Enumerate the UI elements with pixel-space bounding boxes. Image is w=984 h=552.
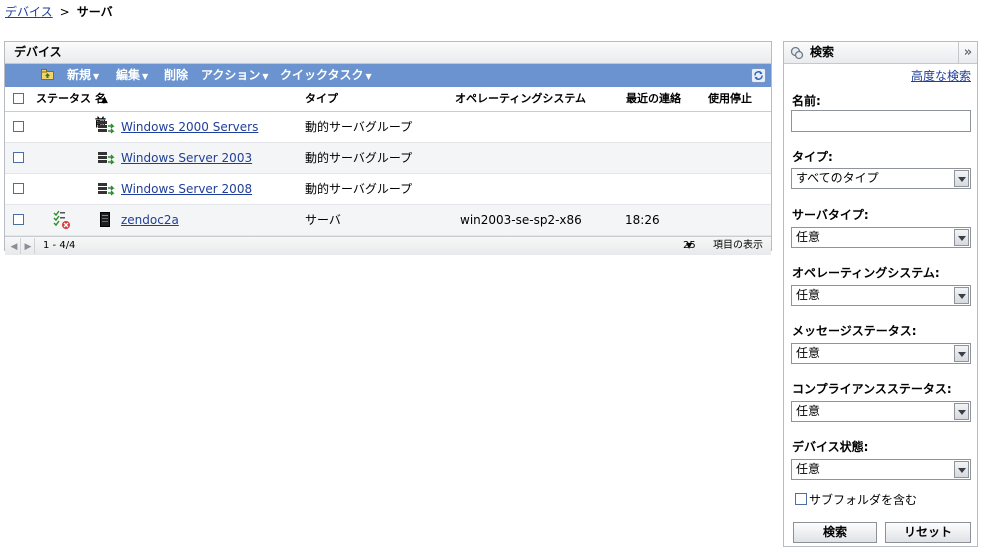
reset-button[interactable]: リセット xyxy=(885,522,971,543)
edit-menu[interactable]: 編集 ▼ xyxy=(116,64,148,88)
breadcrumb: デバイス > サーバ xyxy=(5,3,113,20)
devices-panel: デバイス 新規 ▼ 編集 ▼ 削除 アクション ▼ クイックタスク ▼ ステータス 名前… xyxy=(4,41,772,255)
advanced-search-link[interactable]: 高度な検索 xyxy=(911,67,971,84)
include-subfolders-checkbox[interactable] xyxy=(795,493,807,505)
row-checkbox[interactable] xyxy=(13,214,24,225)
column-type[interactable]: タイプ xyxy=(305,87,338,111)
action-menu[interactable]: アクション ▼ xyxy=(201,64,269,88)
quick-task-menu[interactable]: クイックタスク ▼ xyxy=(280,64,372,88)
chevron-down-icon xyxy=(954,287,969,304)
server-type-select[interactable]: 任意 xyxy=(791,227,971,248)
os-select-value: 任意 xyxy=(796,288,821,302)
devices-table-header: ステータス 名前 ▲ タイプ オペレーティングシステム 最近の連絡 使用停止 xyxy=(5,87,771,129)
breadcrumb-separator: > xyxy=(59,5,70,19)
column-name[interactable]: 名前 ▲ xyxy=(95,87,108,129)
devices-panel-title: デバイス xyxy=(5,42,771,64)
new-menu[interactable]: 新規 ▼ xyxy=(67,64,99,88)
message-status-select[interactable]: 任意 xyxy=(791,343,971,364)
compliance-status-select[interactable]: 任意 xyxy=(791,401,971,422)
column-retired[interactable]: 使用停止 xyxy=(708,87,752,111)
dynamic-group-icon xyxy=(98,152,115,165)
device-type: 動的サーバグループ xyxy=(305,120,413,134)
chevron-down-icon xyxy=(954,170,969,187)
page-size-select[interactable]: 25 ▼ xyxy=(683,237,696,255)
type-select[interactable]: すべてのタイプ xyxy=(791,168,971,189)
server-type-label: サーバタイプ: xyxy=(792,208,869,222)
chevron-down-icon xyxy=(954,403,969,420)
device-type: 動的サーバグループ xyxy=(305,151,413,165)
server-type-select-value: 任意 xyxy=(796,230,821,244)
table-row[interactable]: zendoc2a サーバ win2003-se-sp2-x86 18:26 xyxy=(5,205,771,236)
row-checkbox[interactable] xyxy=(13,183,24,194)
search-button[interactable]: 検索 xyxy=(793,522,877,543)
page-size-value: 25 xyxy=(683,240,696,251)
column-os[interactable]: オペレーティングシステム xyxy=(455,87,586,111)
new-label: 新規 xyxy=(67,68,92,82)
pager-range: 1 - 4/4 xyxy=(43,240,76,251)
pager: ◀ ▶ 1 - 4/4 25 ▼ 項目の表示 xyxy=(5,236,771,255)
include-subfolders-label: サブフォルダを含む xyxy=(809,493,918,507)
chevron-down-icon: ▼ xyxy=(365,72,372,81)
chevron-down-icon: ▼ xyxy=(93,72,100,81)
breadcrumb-devices-link[interactable]: デバイス xyxy=(5,5,53,19)
refresh-icon[interactable] xyxy=(751,68,766,83)
device-name-link[interactable]: Windows Server 2003 xyxy=(121,143,252,173)
compliance-status-label: コンプライアンスステータス: xyxy=(792,382,952,396)
name-input[interactable] xyxy=(791,110,971,132)
search-panel-title: 検索 xyxy=(810,45,835,59)
page-size-label: 項目の表示 xyxy=(713,240,763,251)
chevron-down-icon: ▼ xyxy=(262,72,269,81)
devices-toolbar: 新規 ▼ 編集 ▼ 削除 アクション ▼ クイックタスク ▼ xyxy=(5,64,771,87)
device-last-contact: 18:26 xyxy=(625,213,660,227)
message-status-label: メッセージステータス: xyxy=(792,324,917,338)
last-page-icon[interactable]: ▶ xyxy=(22,238,35,254)
type-select-value: すべてのタイプ xyxy=(796,171,879,185)
dynamic-group-icon xyxy=(98,121,115,134)
collapse-double-chevron-icon[interactable]: » xyxy=(958,42,977,63)
breadcrumb-current: サーバ xyxy=(76,5,113,19)
row-checkbox[interactable] xyxy=(13,121,24,132)
chevron-down-icon xyxy=(954,229,969,246)
compliance-status-select-value: 任意 xyxy=(796,404,821,418)
table-row[interactable]: Windows Server 2008 動的サーバグループ xyxy=(5,174,771,205)
device-name-link[interactable]: Windows 2000 Servers xyxy=(121,112,258,142)
compliance-error-icon xyxy=(53,210,70,229)
type-label: タイプ: xyxy=(792,150,833,164)
chevron-down-icon xyxy=(954,461,969,478)
column-last-contact[interactable]: 最近の連絡 xyxy=(626,87,681,111)
folder-up-icon[interactable] xyxy=(41,69,54,80)
delete-button[interactable]: 削除 xyxy=(164,64,188,87)
name-label: 名前: xyxy=(792,94,821,108)
chevron-down-icon xyxy=(954,345,969,362)
message-status-select-value: 任意 xyxy=(796,346,821,360)
device-os: win2003-se-sp2-x86 xyxy=(460,213,582,227)
table-row[interactable]: Windows Server 2003 動的サーバグループ xyxy=(5,143,771,174)
device-state-select[interactable]: 任意 xyxy=(791,459,971,480)
edit-label: 編集 xyxy=(116,68,141,82)
search-panel-header: 検索 » xyxy=(784,42,977,64)
search-panel: 検索 » 高度な検索 名前: タイプ: すべてのタイプ サーバタイプ: 任意 オ… xyxy=(783,41,978,547)
chevron-down-icon: ▼ xyxy=(142,72,149,81)
device-state-label: デバイス状態: xyxy=(792,440,869,454)
server-icon xyxy=(100,212,110,227)
device-type: 動的サーバグループ xyxy=(305,182,413,196)
device-state-select-value: 任意 xyxy=(796,462,821,476)
device-name-link[interactable]: zendoc2a xyxy=(121,205,179,235)
search-icon xyxy=(790,46,804,60)
os-label: オペレーティングシステム: xyxy=(792,266,940,280)
row-checkbox[interactable] xyxy=(13,152,24,163)
device-name-link[interactable]: Windows Server 2008 xyxy=(121,174,252,204)
quick-task-label: クイックタスク xyxy=(280,68,364,82)
action-label: アクション xyxy=(201,68,261,82)
dynamic-group-icon xyxy=(98,183,115,196)
device-type: サーバ xyxy=(305,213,341,227)
column-status[interactable]: ステータス xyxy=(36,87,91,111)
os-select[interactable]: 任意 xyxy=(791,285,971,306)
table-row[interactable]: Windows 2000 Servers 動的サーバグループ xyxy=(5,112,771,143)
first-page-icon[interactable]: ◀ xyxy=(8,238,21,254)
select-all-checkbox[interactable] xyxy=(13,93,24,104)
